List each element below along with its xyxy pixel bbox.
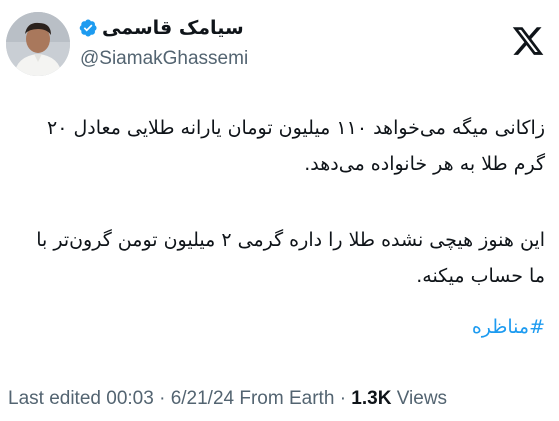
display-name-row: سیامک قاسمی <box>78 14 244 42</box>
tweet-header: سیامک قاسمی @SiamakGhassemi <box>0 0 559 90</box>
views-count[interactable]: 1.3K <box>351 388 391 409</box>
display-name[interactable]: سیامک قاسمی <box>102 17 244 39</box>
tweet-paragraph-2: این هنوز هیچی نشده طلا را داره گرمی ۲ می… <box>36 229 545 287</box>
tweet-meta: Last edited 00:03 · 6/21/24 From Earth ·… <box>8 388 447 410</box>
x-logo-icon[interactable] <box>511 24 545 58</box>
views-label: Views <box>396 388 448 409</box>
tweet-paragraph-1: زاکانی میگه می‌خواهد ۱۱۰ میلیون تومان یا… <box>47 117 545 175</box>
edit-date[interactable]: 6/21/24 <box>171 388 234 409</box>
avatar[interactable] <box>6 12 70 76</box>
avatar-image <box>6 12 70 76</box>
hashtag-link[interactable]: #مناظره <box>472 316 545 338</box>
meta-separator: · <box>159 388 166 409</box>
verified-badge-icon <box>79 19 97 37</box>
meta-separator: · <box>339 388 347 409</box>
edited-label[interactable]: Last edited <box>8 388 101 409</box>
edit-time[interactable]: 00:03 <box>106 388 154 409</box>
source-label: From Earth <box>239 388 335 409</box>
author-handle[interactable]: @SiamakGhassemi <box>80 48 248 70</box>
